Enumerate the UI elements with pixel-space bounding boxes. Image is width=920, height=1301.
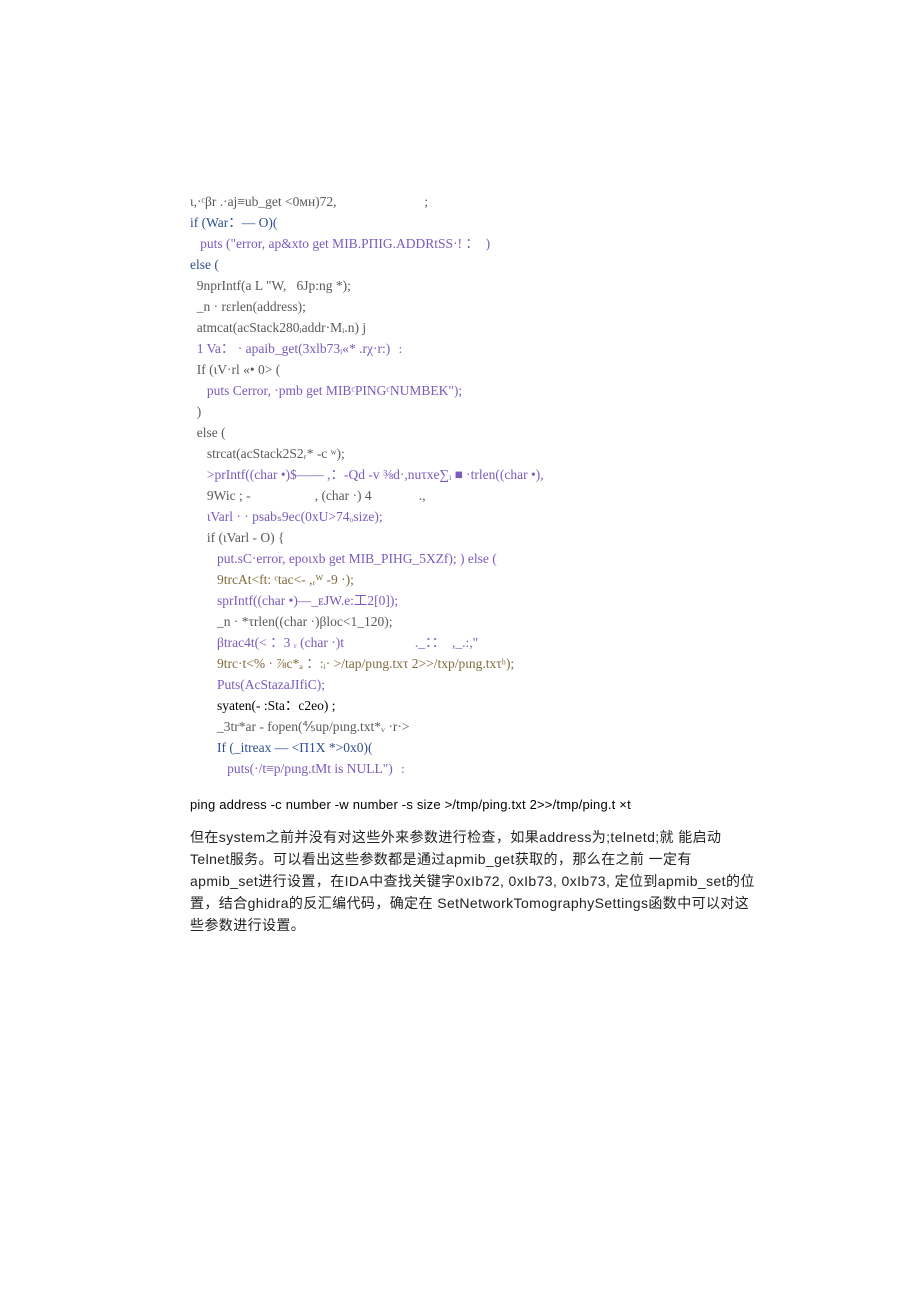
code-line: put.sC·error, epoιxb get MIB_PIHG_5XZf);… xyxy=(190,551,497,566)
code-line: 9Wic ; - , (char ·) 4 ., xyxy=(190,488,426,503)
code-line: sprIntf((char •)—_ᴇJW.e:工2[0]); xyxy=(190,593,398,608)
code-line: ) xyxy=(190,404,201,419)
code-line: _3tr*ar - fopen(⅘up/pιng.txt*ᵥ ·r·> xyxy=(190,719,410,734)
analysis-paragraph: 但在system之前并没有对这些外来参数进行检查，如果address为;teln… xyxy=(190,826,760,936)
code-line: syaten(- :Sta：c2eo) ; xyxy=(190,698,335,713)
code-line: >prIntf((char •)$—— ,：-Qd -v ⅜d·,nuτxe∑ᵢ… xyxy=(190,467,544,482)
code-line: puts Cerror, ·pmb get MIBᶜPINGᶜNUMBEK"); xyxy=(190,383,462,398)
code-listing: ι,·ᶜβr .·aj≡ub_get <0ᴍн)72, ; if (War：— … xyxy=(190,170,760,779)
code-line: 9trc·t<% · ⅞c*ₐ ：:ᵢ· >/tap/pιng.txτ 2>>/… xyxy=(190,656,514,671)
code-line: Puts(AcStazaJIfiC); xyxy=(190,677,325,692)
code-line: _n · rεrlen(address); xyxy=(190,299,306,314)
code-line: puts(·/t≡p/pιng.tMt is NULL") ﹕ xyxy=(190,761,410,776)
code-line: else ( xyxy=(190,257,219,272)
code-line: βtrac4t(< ：3 ᵣ (char ·)t ._：： ,_.:," xyxy=(190,635,478,650)
code-line: 9trcAt<ft: ᶜtac<- ,ᵣᵂ -9 ·); xyxy=(190,572,354,587)
code-line: if (ιVarl - O) { xyxy=(190,530,284,545)
code-line: If (_itreax — <Π1X *>0x0)( xyxy=(190,740,372,755)
code-line: _n · *τrlen((char ·)βloc<1_120); xyxy=(190,614,392,629)
code-line: atmcat(acStack280ᵢaddr·Mᵢ.n) j xyxy=(190,320,366,335)
command-line-summary: ping address -c number -w number -s size… xyxy=(190,797,760,812)
code-line: ιVarl · · psabₛ9ec(0xU>74ₒsize); xyxy=(190,509,383,524)
code-line: 1 Va： · apaib_get(3xlb73ᵢ«* .rχ·r:) ﹕ xyxy=(190,341,407,356)
code-line: else ( xyxy=(190,425,226,440)
code-line: 9nprIntf(a L "W, 6Jp:ng *); xyxy=(190,278,351,293)
code-line: If (ιV·rl «• 0> ( xyxy=(190,362,280,377)
code-line: strcat(acStack2S2ᵣ* -c ʷ); xyxy=(190,446,345,461)
code-line: if (War：— O)( xyxy=(190,215,277,230)
code-line: ι,·ᶜβr .·aj≡ub_get <0ᴍн)72, ; xyxy=(190,194,428,209)
code-line: puts ("error, ap&xto get MIB.PΠΙG.ADDRtS… xyxy=(190,236,490,251)
